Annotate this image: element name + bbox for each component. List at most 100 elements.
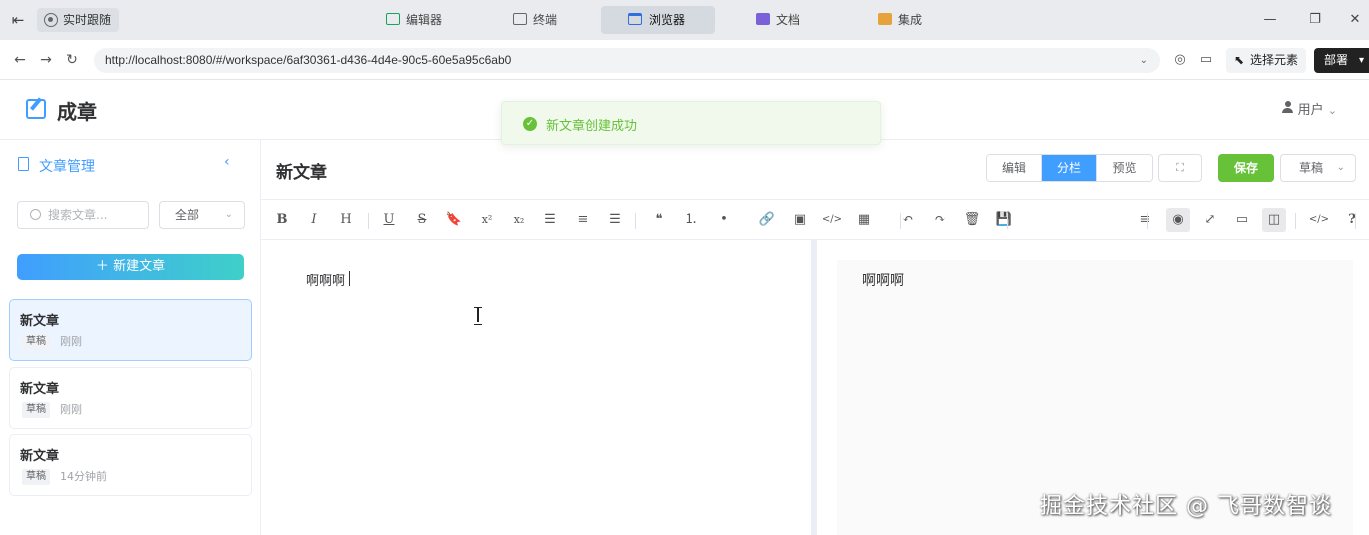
toolbar-separator [900,213,901,229]
toolbar-separator [1355,213,1356,229]
tab-terminal[interactable]: 终端 [507,6,571,34]
underline-icon[interactable]: U [377,208,401,232]
watermark: 掘金技术社区 @ 飞哥数智谈 [1040,494,1332,519]
markdown-input-pane[interactable]: 啊啊啊 [261,240,811,535]
align-right-icon[interactable]: ☰ [603,208,627,232]
fullscreen-icon[interactable]: ⤢ [1198,208,1222,232]
back-icon[interactable]: ← [10,50,30,70]
table-icon[interactable]: ▦ [852,208,876,232]
status-filter-select[interactable]: 全部 ⌄ [159,201,245,229]
text-caret [349,271,350,286]
live-follow-button[interactable]: 实时跟随 [37,8,120,32]
tab-integration[interactable]: 集成 [872,6,936,34]
maximize-button[interactable]: ❐ [1295,8,1335,32]
eye-off-icon[interactable]: ◉ [1166,208,1190,232]
check-circle-icon: ✓ [523,117,537,131]
toolbar-separator [1007,213,1008,229]
url-dropdown-icon[interactable]: ⌄ [1140,48,1148,73]
article-list-item[interactable]: 新文章 草稿 14分钟前 [9,434,252,496]
timestamp: 刚刚 [60,403,82,416]
ordered-list-icon[interactable]: ⒈ [679,208,703,232]
article-list-item[interactable]: 新文章 草稿 刚刚 [9,299,252,361]
collapse-sidebar-icon[interactable]: ⇤ [8,10,28,30]
article-title[interactable]: 新文章 [276,158,327,183]
search-icon [30,209,41,220]
forward-icon[interactable]: → [36,50,56,70]
new-article-button[interactable]: ＋ 新建文章 [17,254,244,280]
fullscreen-icon: ⛶ [1176,161,1184,174]
quote-icon[interactable]: ❝ [647,208,671,232]
save-button[interactable]: 保存 [1218,154,1274,182]
menu-icon[interactable]: ≡ [1133,208,1157,232]
article-list-item[interactable]: 新文章 草稿 刚刚 [9,367,252,429]
code-icon[interactable]: </> [820,208,844,232]
close-button[interactable]: ✕ [1335,8,1369,32]
status-badge: 草稿 [22,334,50,350]
window-icon[interactable]: ▭ [1230,208,1254,232]
plus-icon: ＋ [95,259,114,274]
redo-icon[interactable]: ↷ [928,208,952,232]
toolbar-separator [635,213,636,229]
browser-address-bar: ← → ↻ http://localhost:8080/#/workspace/… [0,40,1369,80]
deploy-button[interactable]: 部署 ▾ [1314,48,1369,73]
subscript-icon[interactable]: x₂ [507,208,531,232]
unordered-list-icon[interactable]: • [712,208,736,232]
split-view-icon[interactable]: ◫ [1262,208,1286,232]
link-icon[interactable]: 🔗 [755,208,779,232]
edit-mode-button[interactable]: 编辑 [987,155,1042,181]
toolbar-separator [368,213,369,229]
sidebar-title: 文章管理 [18,156,95,176]
status-badge: 草稿 [22,402,50,418]
timestamp: 刚刚 [60,335,82,348]
tab-editor[interactable]: 编辑器 [380,6,456,34]
success-toast: ✓ 新文章创建成功 [501,101,881,145]
tab-browser[interactable]: 浏览器 [601,6,715,34]
image-icon[interactable]: ▣ [788,208,812,232]
markdown-toolbar: B I H U S 🔖 x² x₂ ☰ ≡ ☰ ❝ ⒈ • 🔗 ▣ </> ▦ ↶ ↷ 🗑 💾 ≡ ◉ ⤢ ▭ ◫ </>? [261,199,1369,240]
select-element-button[interactable]: ⬉ 选择元素 [1226,48,1307,73]
user-icon [1281,101,1293,113]
user-menu[interactable]: 用户 ⌄ [1281,99,1337,118]
compass-icon[interactable]: ◎ [1171,51,1189,69]
code-editor-icon [386,13,400,25]
window-titlebar: ⇤ 实时跟随 编辑器 终端 浏览器 文档 集成 — ❐ ✕ [0,0,1369,40]
edit-logo-icon [26,99,46,119]
italic-icon[interactable]: I [302,208,326,232]
editor-text: 啊啊啊 [306,274,346,289]
terminal-icon [513,13,527,25]
strikethrough-icon[interactable]: S [410,208,434,232]
search-input[interactable]: 搜索文章... [17,201,149,229]
trash-icon[interactable]: 🗑 [960,208,984,232]
fullscreen-button[interactable]: ⛶ [1158,154,1202,182]
status-select[interactable]: 草稿 ⌄ [1280,154,1356,182]
save-icon[interactable]: 💾 [992,208,1016,232]
minimize-button[interactable]: — [1250,8,1290,32]
app-name: 成章 [57,100,97,124]
bold-icon[interactable]: B [270,208,294,232]
browser-icon [628,13,642,25]
source-code-icon[interactable]: </> [1307,208,1331,232]
heading-icon[interactable]: H [334,208,358,232]
chevron-left-icon[interactable]: ‹ [224,154,230,170]
refresh-icon[interactable]: ↻ [62,50,82,70]
chevron-down-icon: ⌄ [1327,104,1337,117]
tab-docs[interactable]: 文档 [750,6,814,34]
chevron-down-icon: ⌄ [224,209,233,220]
text-cursor-icon [474,307,482,325]
view-mode-switch: 编辑 分栏 预览 [986,154,1153,182]
target-icon [44,13,58,27]
superscript-icon[interactable]: x² [475,208,499,232]
preview-mode-button[interactable]: 预览 [1097,155,1152,181]
help-icon[interactable]: ? [1340,208,1364,232]
bookmark-icon[interactable]: 🔖 [442,208,466,232]
chevron-down-icon: ▾ [1358,55,1364,66]
split-mode-button[interactable]: 分栏 [1042,155,1097,181]
toolbar-separator [1295,213,1296,229]
align-left-icon[interactable]: ☰ [538,208,562,232]
url-input[interactable]: http://localhost:8080/#/workspace/6af303… [94,48,1160,73]
book-icon [756,13,770,25]
toolbar-separator [1147,213,1148,229]
align-center-icon[interactable]: ≡ [571,208,595,232]
document-icon [18,157,29,171]
devices-icon[interactable]: ▭ [1197,51,1215,69]
